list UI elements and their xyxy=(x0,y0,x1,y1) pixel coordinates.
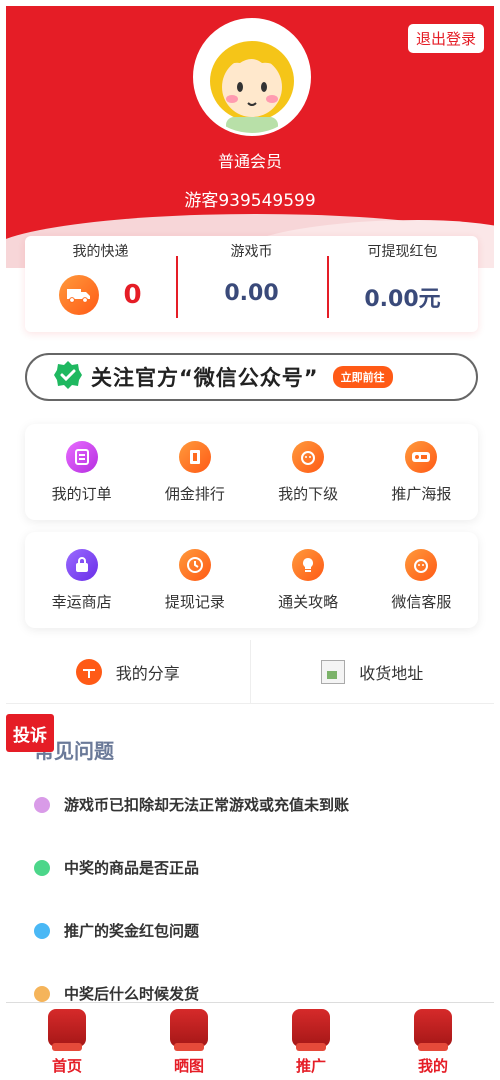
username: 游客939549599 xyxy=(184,191,316,211)
menu-item-label: 佣金排行 xyxy=(164,485,225,503)
menu-item-orders[interactable]: 我的订单 xyxy=(25,424,138,520)
home-icon xyxy=(48,1009,86,1051)
faq-item[interactable]: 中奖的商品是否正品 xyxy=(34,857,199,878)
my-share-label: 我的分享 xyxy=(115,663,180,683)
my-share-button[interactable]: 我的分享 xyxy=(6,640,250,703)
faq-question: 游戏币已扣除却无法正常游戏或充值未到账 xyxy=(64,796,350,814)
cartoon-avatar-icon xyxy=(196,21,308,133)
broken-image-icon xyxy=(321,659,346,684)
faq-dot-icon xyxy=(34,859,50,876)
faq-item[interactable]: 推广的奖金红包问题 xyxy=(34,920,199,941)
truck-icon xyxy=(59,275,100,315)
stat-red-packet[interactable]: 可提现红包 0.00元 xyxy=(327,236,478,332)
menu-item-label: 推广海报 xyxy=(391,485,452,503)
poster-icon xyxy=(405,441,438,473)
subordinate-icon xyxy=(292,441,325,473)
nav-label: 我的 xyxy=(417,1057,448,1075)
faq-question: 推广的奖金红包问题 xyxy=(64,922,200,940)
faq-dot-icon xyxy=(34,985,50,1002)
menu-item-label: 我的订单 xyxy=(51,485,112,503)
faq-item[interactable]: 中奖后什么时候发货 xyxy=(34,983,199,1004)
photo-icon xyxy=(170,1009,208,1051)
nav-label: 推广 xyxy=(295,1057,326,1075)
nav-label: 首页 xyxy=(51,1057,82,1075)
nav-photos[interactable]: 晒图 xyxy=(128,1003,250,1080)
logout-button[interactable]: 退出登录 xyxy=(407,24,484,53)
menu-item-lucky-store[interactable]: 幸运商店 xyxy=(25,532,138,628)
profile-header: 退出登录 普通会员 游客939549599 xyxy=(6,6,494,268)
share-address-row: 我的分享 收货地址 xyxy=(6,640,494,704)
menu-item-label: 我的下级 xyxy=(278,485,339,503)
menu-item-label: 通关攻略 xyxy=(278,593,339,611)
bottom-nav: 首页 晒图 推广 我的 xyxy=(6,1002,494,1080)
promote-icon xyxy=(292,1009,330,1051)
game-coin-value: 0.00 xyxy=(224,281,279,306)
complaint-button[interactable]: 投诉 xyxy=(6,714,54,752)
follow-wechat-banner[interactable]: 关注官方“微信公众号” 立即前往 xyxy=(25,353,478,401)
menu-grid-2: 幸运商店 提现记录 通关攻略 微信客服 xyxy=(25,532,478,628)
nav-home[interactable]: 首页 xyxy=(6,1003,128,1080)
menu-grid-1: 我的订单 佣金排行 我的下级 推广海报 xyxy=(25,424,478,520)
bulb-icon xyxy=(292,549,325,581)
faq-item[interactable]: 游戏币已扣除却无法正常游戏或充值未到账 xyxy=(34,794,349,815)
shipping-address-button[interactable]: 收货地址 xyxy=(249,640,495,703)
faq-dot-icon xyxy=(34,922,50,939)
stat-label: 可提现红包 xyxy=(367,244,438,260)
menu-item-label: 微信客服 xyxy=(391,593,452,611)
service-icon xyxy=(405,549,438,581)
ranking-icon xyxy=(178,441,211,473)
menu-item-wechat-service[interactable]: 微信客服 xyxy=(365,532,478,628)
stat-game-coins[interactable]: 游戏币 0.00 xyxy=(176,236,327,332)
profile-icon xyxy=(414,1009,452,1051)
menu-item-withdraw-records[interactable]: 提现记录 xyxy=(138,532,251,628)
nav-profile[interactable]: 我的 xyxy=(372,1003,494,1080)
share-icon xyxy=(75,658,102,685)
stat-label: 游戏币 xyxy=(230,244,273,260)
banner-text: 关注官方“微信公众号” xyxy=(91,366,319,390)
order-icon xyxy=(65,441,98,473)
clock-icon xyxy=(178,549,211,581)
avatar[interactable] xyxy=(193,18,311,136)
nav-promote[interactable]: 推广 xyxy=(250,1003,372,1080)
menu-item-subordinates[interactable]: 我的下级 xyxy=(252,424,365,520)
lock-bag-icon xyxy=(65,549,98,581)
member-level: 普通会员 xyxy=(217,152,282,171)
faq-dot-icon xyxy=(34,796,50,813)
express-count: 0 xyxy=(123,280,142,310)
red-packet-value: 0.00元 xyxy=(364,287,441,312)
nav-label: 晒图 xyxy=(173,1057,204,1075)
stat-express[interactable]: 我的快递 0 xyxy=(25,236,176,332)
shipping-address-label: 收货地址 xyxy=(359,663,424,683)
menu-item-ranking[interactable]: 佣金排行 xyxy=(138,424,251,520)
menu-item-strategy[interactable]: 通关攻略 xyxy=(252,532,365,628)
menu-item-label: 提现记录 xyxy=(164,593,225,611)
go-now-button[interactable]: 立即前往 xyxy=(332,366,393,388)
stats-card: 我的快递 0 游戏币 0.00 可提现红包 0.00元 xyxy=(25,236,478,332)
faq-question: 中奖后什么时候发货 xyxy=(64,985,200,1003)
stat-label: 我的快递 xyxy=(72,244,129,260)
menu-item-label: 幸运商店 xyxy=(51,593,112,611)
menu-item-poster[interactable]: 推广海报 xyxy=(365,424,478,520)
faq-question: 中奖的商品是否正品 xyxy=(64,859,200,877)
check-badge-icon xyxy=(53,360,83,394)
